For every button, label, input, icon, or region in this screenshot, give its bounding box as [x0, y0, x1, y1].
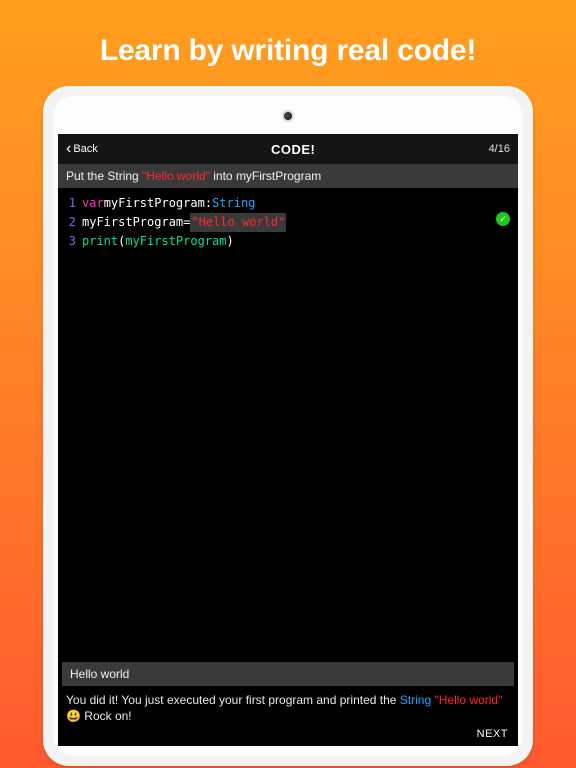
- feedback-tail: 😃 Rock on!: [66, 709, 132, 723]
- token-string: "Hello world": [190, 213, 286, 232]
- navbar: ‹ Back CODE! 4/16: [58, 134, 518, 164]
- feedback-text: You did it! You just executed your first…: [66, 693, 400, 707]
- chevron-left-icon: ‹: [66, 141, 71, 157]
- device-bezel: ‹ Back CODE! 4/16 Put the String "Hello …: [53, 96, 523, 756]
- code-line: 3 print ( myFirstProgram ): [64, 232, 512, 251]
- token-paren: (: [118, 232, 125, 251]
- code-editor[interactable]: 1 var myFirstProgram: String 2 myFirstPr…: [58, 188, 518, 662]
- app-screen: ‹ Back CODE! 4/16 Put the String "Hello …: [58, 134, 518, 746]
- code-line: 1 var myFirstProgram: String: [64, 194, 512, 213]
- next-button[interactable]: NEXT: [477, 728, 508, 740]
- checkmark-icon: ✓: [496, 212, 510, 226]
- token-keyword: var: [82, 194, 104, 213]
- token-argument: myFirstProgram: [125, 232, 226, 251]
- next-row: NEXT: [58, 726, 518, 746]
- feedback-type: String: [400, 693, 431, 707]
- token-operator: =: [183, 213, 190, 232]
- instruction-string: "Hello world": [142, 169, 210, 183]
- code-line: 2 myFirstProgram = "Hello world": [64, 213, 512, 232]
- progress-indicator: 4/16: [489, 143, 510, 155]
- marketing-headline: Learn by writing real code!: [100, 34, 476, 68]
- line-number: 3: [64, 232, 76, 251]
- instruction-prefix: Put the String: [66, 169, 142, 183]
- token-identifier: myFirstProgram:: [104, 194, 212, 213]
- camera-icon: [284, 112, 292, 120]
- back-button[interactable]: ‹ Back: [66, 141, 98, 157]
- device-frame: ‹ Back CODE! 4/16 Put the String "Hello …: [43, 86, 533, 766]
- instruction-bar: Put the String "Hello world" into myFirs…: [58, 164, 518, 188]
- feedback-string: "Hello world": [431, 693, 502, 707]
- back-label: Back: [73, 143, 97, 155]
- token-type: String: [212, 194, 255, 213]
- token-function: print: [82, 232, 118, 251]
- instruction-suffix: into myFirstProgram: [210, 169, 321, 183]
- token-paren: ): [227, 232, 234, 251]
- line-number: 1: [64, 194, 76, 213]
- token-identifier: myFirstProgram: [82, 213, 183, 232]
- navbar-title: CODE!: [271, 142, 315, 157]
- feedback-message: You did it! You just executed your first…: [58, 686, 518, 726]
- console-output: Hello world: [62, 662, 514, 686]
- line-number: 2: [64, 213, 76, 232]
